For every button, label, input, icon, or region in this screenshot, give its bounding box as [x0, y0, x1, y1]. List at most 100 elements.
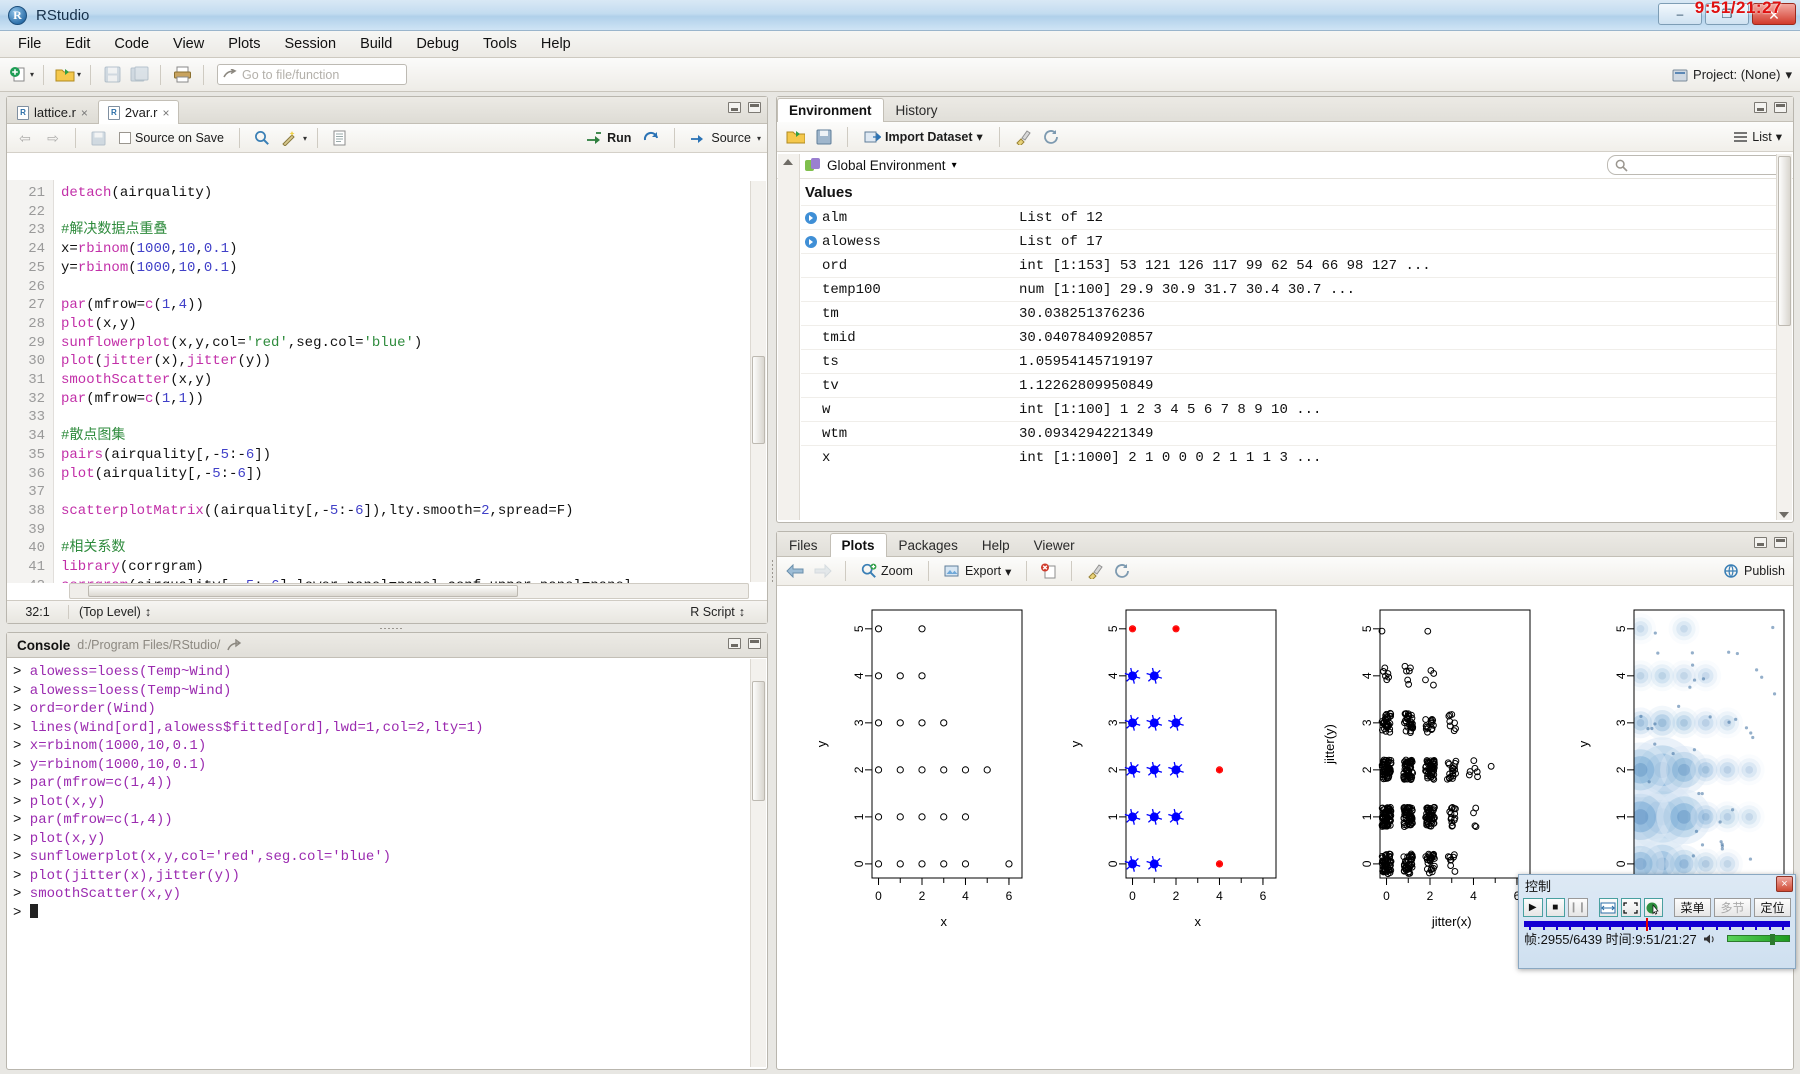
close-icon[interactable]: ×	[1776, 876, 1793, 892]
code-line[interactable]: plot(jitter(x),jitter(y))	[61, 352, 767, 371]
save-workspace-icon[interactable]	[812, 126, 836, 148]
maximize-icon[interactable]	[1774, 537, 1787, 548]
refresh-icon[interactable]	[1110, 560, 1134, 582]
minimize-icon[interactable]	[728, 638, 741, 649]
source-tab-2var[interactable]: R 2var.r ×	[97, 100, 180, 124]
menu-button[interactable]: 菜单	[1674, 898, 1711, 917]
code-line[interactable]: smoothScatter(x,y)	[61, 371, 767, 390]
volume-knob[interactable]	[1770, 934, 1775, 945]
menu-session[interactable]: Session	[272, 33, 348, 55]
menu-debug[interactable]: Debug	[404, 33, 471, 55]
code-line[interactable]: plot(airquality[,-5:-6])	[61, 465, 767, 484]
print-icon[interactable]	[170, 64, 194, 86]
code-line[interactable]: #相关系数	[61, 539, 767, 558]
menu-tools[interactable]: Tools	[471, 33, 529, 55]
magnifier-icon[interactable]	[250, 127, 274, 149]
code-line[interactable]	[61, 203, 767, 222]
scrollbar-thumb[interactable]	[752, 681, 765, 801]
code-line[interactable]: par(mfrow=c(1,4))	[61, 296, 767, 315]
code-line[interactable]: #散点图集	[61, 427, 767, 446]
code-tools-caret[interactable]: ▾	[303, 134, 307, 143]
clear-objects-icon[interactable]	[1011, 126, 1035, 148]
source-vertical-scrollbar[interactable]	[750, 181, 766, 582]
plot-output-area[interactable]: 0 1 2 3 4 5 0 2 4 6 x y 0 1 2 3 4 5 0 2 4 6 x y 0 1 2 3 4 5 0 2 4 6 jitter…	[778, 588, 1792, 1068]
project-selector[interactable]: Project: (None) ▾	[1672, 67, 1792, 83]
load-workspace-icon[interactable]	[783, 126, 807, 148]
open-folder-caret[interactable]: ▾	[77, 70, 81, 79]
environment-row[interactable]: alowess List of 17	[801, 229, 1776, 253]
media-progress-bar[interactable]	[1524, 918, 1790, 931]
source-on-save-checkbox[interactable]: Source on Save	[114, 129, 229, 147]
code-line[interactable]	[61, 521, 767, 540]
scope-caret[interactable]: ▾	[952, 160, 957, 171]
tab-packages[interactable]: Packages	[887, 533, 970, 557]
menu-edit[interactable]: Edit	[53, 33, 102, 55]
menu-code[interactable]: Code	[102, 33, 161, 55]
environment-row[interactable]: tmid 30.0407840920857	[801, 325, 1776, 349]
code-line[interactable]: x=rbinom(1000,10,0.1)	[61, 240, 767, 259]
code-line[interactable]: plot(x,y)	[61, 315, 767, 334]
code-line[interactable]: detach(airquality)	[61, 184, 767, 203]
chapters-button[interactable]: 多节	[1714, 898, 1751, 917]
environment-row[interactable]: alm List of 12	[801, 205, 1776, 229]
scope-label[interactable]: Global Environment	[827, 158, 946, 173]
expand-icon[interactable]	[805, 211, 817, 224]
locate-button[interactable]: 定位	[1754, 898, 1791, 917]
file-type-caret[interactable]: ↕	[739, 605, 767, 619]
new-file-icon[interactable]	[6, 64, 30, 86]
goto-file-function-input[interactable]: Go to file/function	[217, 64, 408, 85]
tab-plots[interactable]: Plots	[829, 533, 887, 557]
minimize-icon[interactable]	[728, 102, 741, 113]
back-arrow-icon[interactable]: ⇦	[13, 127, 37, 149]
code-line[interactable]: #解决数据点重叠	[61, 221, 767, 240]
export-caret[interactable]: ▾	[1005, 564, 1011, 579]
forward-arrow-icon[interactable]: ⇨	[41, 127, 65, 149]
vertical-splitter[interactable]	[770, 560, 775, 582]
run-button[interactable]: Run	[581, 129, 636, 147]
menu-view[interactable]: View	[161, 33, 216, 55]
volume-icon[interactable]	[1703, 933, 1717, 945]
scope-caret[interactable]: ↕	[141, 605, 151, 619]
code-line[interactable]	[61, 408, 767, 427]
remove-plot-icon[interactable]	[1037, 560, 1061, 582]
save-icon[interactable]	[86, 127, 110, 149]
source-tab-lattice[interactable]: R lattice.r ×	[7, 100, 98, 124]
code-tools-icon[interactable]	[278, 127, 302, 149]
project-caret[interactable]: ▾	[1785, 67, 1792, 83]
play-icon[interactable]: ▶	[1523, 898, 1543, 917]
environment-row[interactable]: tv 1.12262809950849	[801, 373, 1776, 397]
code-line[interactable]: pairs(airquality[,-5:-6])	[61, 446, 767, 465]
scope-label[interactable]: (Top Level)	[69, 605, 141, 619]
zoom-button[interactable]: Zoom	[856, 561, 918, 581]
menu-file[interactable]: File	[6, 33, 53, 55]
import-caret[interactable]: ▾	[977, 129, 983, 144]
scrollbar-thumb[interactable]	[752, 356, 765, 444]
refresh-icon[interactable]	[1040, 126, 1064, 148]
maximize-icon[interactable]	[748, 638, 761, 649]
forward-arrow-icon[interactable]	[811, 560, 835, 582]
environment-row[interactable]: temp100 num [1:100] 29.9 30.9 31.7 30.4 3…	[801, 277, 1776, 301]
environment-row[interactable]: ord int [1:153] 53 121 126 117 99 62 54 6…	[801, 253, 1776, 277]
clear-plots-icon[interactable]	[1082, 560, 1106, 582]
close-icon[interactable]: ×	[162, 106, 169, 120]
file-type-label[interactable]: R Script	[690, 605, 738, 619]
tab-history[interactable]: History	[884, 98, 950, 122]
media-control-window[interactable]: 控制 × ▶ ■ ❙❙ 菜单 多节 定位 帧:2955/6439 时间:9:51…	[1518, 874, 1796, 969]
fullscreen-icon[interactable]	[1621, 898, 1641, 917]
expand-icon[interactable]	[805, 235, 817, 248]
popout-icon[interactable]	[227, 638, 242, 652]
code-line[interactable]	[61, 278, 767, 297]
rerun-icon[interactable]	[640, 127, 664, 149]
environment-search-input[interactable]	[1607, 155, 1785, 175]
tab-viewer[interactable]: Viewer	[1022, 533, 1087, 557]
list-view-button[interactable]: List ▾	[1728, 127, 1787, 146]
horizontal-splitter[interactable]	[380, 626, 402, 631]
maximize-icon[interactable]	[1774, 102, 1787, 113]
tab-help[interactable]: Help	[970, 533, 1022, 557]
source-caret[interactable]: ▾	[757, 134, 761, 143]
save-all-icon[interactable]	[127, 64, 151, 86]
code-line[interactable]: library(corrgram)	[61, 558, 767, 577]
code-text-area[interactable]: detach(airquality) #解决数据点重叠 x=rbinom(1000…	[54, 180, 767, 583]
environment-row[interactable]: tm 30.038251376236	[801, 301, 1776, 325]
list-view-caret[interactable]: ▾	[1776, 129, 1782, 144]
